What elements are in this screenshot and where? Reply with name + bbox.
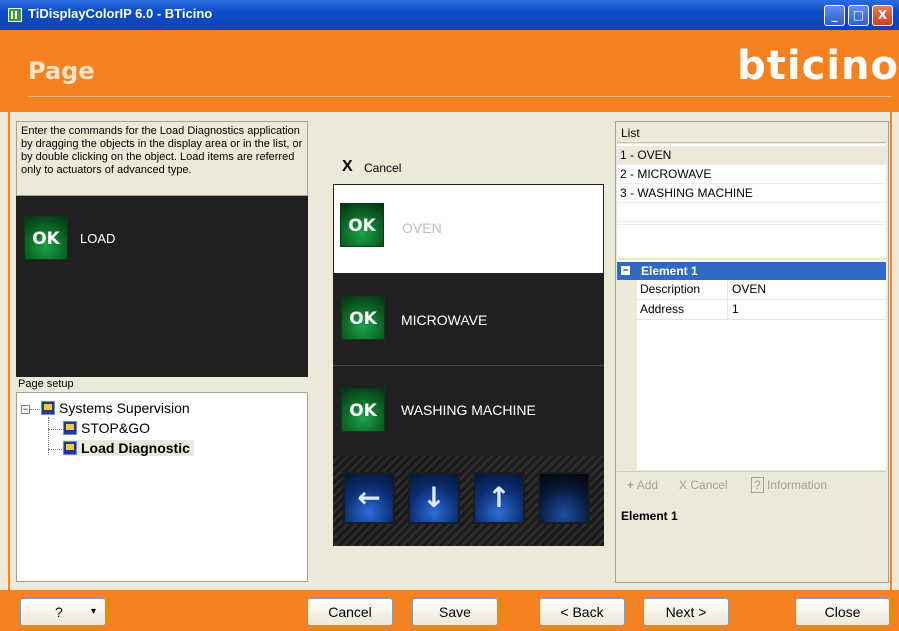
- property-row-description[interactable]: Description OVEN: [637, 280, 886, 300]
- category-collapse-icon[interactable]: −: [621, 266, 630, 275]
- list-header: List: [617, 123, 886, 143]
- washing-machine-ok-icon: OK: [341, 388, 385, 432]
- property-key: Description: [640, 282, 701, 296]
- property-value[interactable]: 1: [732, 300, 739, 319]
- oven-label: OVEN: [402, 220, 442, 236]
- washing-machine-label: WASHING MACHINE: [401, 402, 536, 418]
- property-description: Element 1: [617, 500, 886, 582]
- minimize-button[interactable]: _: [824, 5, 845, 26]
- list-item[interactable]: 1 - OVEN: [617, 146, 886, 165]
- display-item-microwave[interactable]: OK MICROWAVE: [333, 274, 604, 365]
- property-key: Address: [640, 302, 685, 316]
- property-category-title: Element 1: [641, 264, 698, 278]
- page-icon: [63, 441, 77, 455]
- cancel-x-icon: X: [342, 158, 353, 175]
- help-label: ?: [55, 604, 63, 620]
- property-separator: [727, 280, 728, 299]
- title-bar: TiDisplayColorIP 6.0 - BTicino _ □ X: [0, 0, 899, 30]
- header-divider: [28, 96, 891, 97]
- cancel-object-label: Cancel: [364, 161, 402, 175]
- tree-item-label: Load Diagnostic: [81, 440, 190, 456]
- list-item[interactable]: 2 - MICROWAVE: [617, 165, 886, 184]
- cancel-property-label: Cancel: [690, 478, 728, 492]
- help-dropdown-button[interactable]: ? ▾: [20, 598, 106, 626]
- close-window-button[interactable]: X: [872, 5, 893, 26]
- property-category[interactable]: − Element 1: [617, 262, 886, 280]
- property-gutter: [617, 280, 637, 470]
- property-separator: [727, 300, 728, 319]
- tree-collapse-icon[interactable]: −: [21, 405, 30, 414]
- display-item-oven[interactable]: OK OVEN: [333, 184, 604, 274]
- blank-nav-icon[interactable]: [538, 472, 590, 524]
- arrow-left-icon[interactable]: ←: [343, 472, 395, 524]
- info-icon: ?: [751, 477, 764, 493]
- app-window: TiDisplayColorIP 6.0 - BTicino _ □ X Pag…: [0, 0, 899, 631]
- display-item-washing-machine[interactable]: OK WASHING MACHINE: [333, 365, 604, 456]
- chevron-down-icon: ▾: [91, 606, 97, 617]
- add-label: Add: [636, 478, 659, 492]
- tree-connector: [48, 429, 62, 430]
- cancel-x-icon: X: [679, 478, 688, 492]
- information-label: Information: [767, 478, 828, 492]
- tree-item-stop-go[interactable]: STOP&GO: [63, 420, 150, 436]
- window-title: TiDisplayColorIP 6.0 - BTicino: [28, 6, 213, 21]
- add-button[interactable]: + Add: [627, 478, 658, 492]
- brand-logo-text: bticino: [737, 43, 899, 89]
- information-button[interactable]: ? Information: [751, 477, 828, 493]
- page-icon: [63, 421, 77, 435]
- cancel-object-button[interactable]: X Cancel: [334, 152, 414, 182]
- close-button[interactable]: Close: [795, 598, 890, 626]
- microwave-label: MICROWAVE: [401, 312, 488, 328]
- list-item[interactable]: 3 - WASHING MACHINE: [617, 184, 886, 203]
- arrow-up-icon[interactable]: ↑: [473, 472, 525, 524]
- next-button[interactable]: Next >: [643, 598, 729, 626]
- page-header: Page bticino: [0, 30, 899, 112]
- page-setup-tree: − Systems Supervision STOP&GO Load Diagn…: [16, 392, 308, 582]
- tree-item-label: Systems Supervision: [59, 400, 190, 416]
- maximize-button[interactable]: □: [848, 5, 869, 26]
- object-palette: OK LOAD: [16, 196, 308, 377]
- brand-logo: bticino: [737, 44, 899, 88]
- oven-ok-icon: OK: [340, 203, 384, 247]
- tree-connector: [30, 409, 40, 410]
- cancel-property-button[interactable]: X Cancel: [679, 478, 728, 492]
- property-description-title: Element 1: [621, 509, 678, 523]
- object-list: 1 - OVEN 2 - MICROWAVE 3 - WASHING MACHI…: [617, 144, 886, 258]
- back-button[interactable]: < Back: [539, 598, 625, 626]
- property-toolbar: + Add X Cancel ? Information: [617, 471, 886, 498]
- microwave-ok-icon: OK: [341, 296, 385, 340]
- page-setup-label: Page setup: [18, 378, 74, 390]
- tree-item-label: STOP&GO: [81, 420, 150, 436]
- load-ok-icon[interactable]: OK: [24, 216, 68, 260]
- page-title: Page: [28, 57, 95, 85]
- folder-icon: [41, 401, 55, 415]
- arrow-down-icon[interactable]: ↓: [408, 472, 460, 524]
- list-item-empty: [617, 203, 886, 222]
- app-icon: [8, 8, 22, 22]
- property-value[interactable]: OVEN: [732, 280, 766, 299]
- tree-connector: [48, 449, 62, 450]
- list-item-empty: [617, 222, 886, 225]
- load-object-label[interactable]: LOAD: [80, 231, 115, 246]
- plus-icon: +: [627, 478, 635, 492]
- instructions-text: Enter the commands for the Load Diagnost…: [16, 121, 308, 196]
- navigation-row: ← ↓ ↑: [333, 456, 604, 546]
- cancel-button[interactable]: Cancel: [307, 598, 393, 626]
- tree-item-systems-supervision[interactable]: Systems Supervision: [41, 400, 190, 416]
- property-grid: − Element 1 Description OVEN Address 1: [617, 260, 886, 470]
- property-row-address[interactable]: Address 1: [637, 300, 886, 320]
- tree-item-load-diagnostic[interactable]: Load Diagnostic: [63, 440, 194, 456]
- save-button[interactable]: Save: [412, 598, 498, 626]
